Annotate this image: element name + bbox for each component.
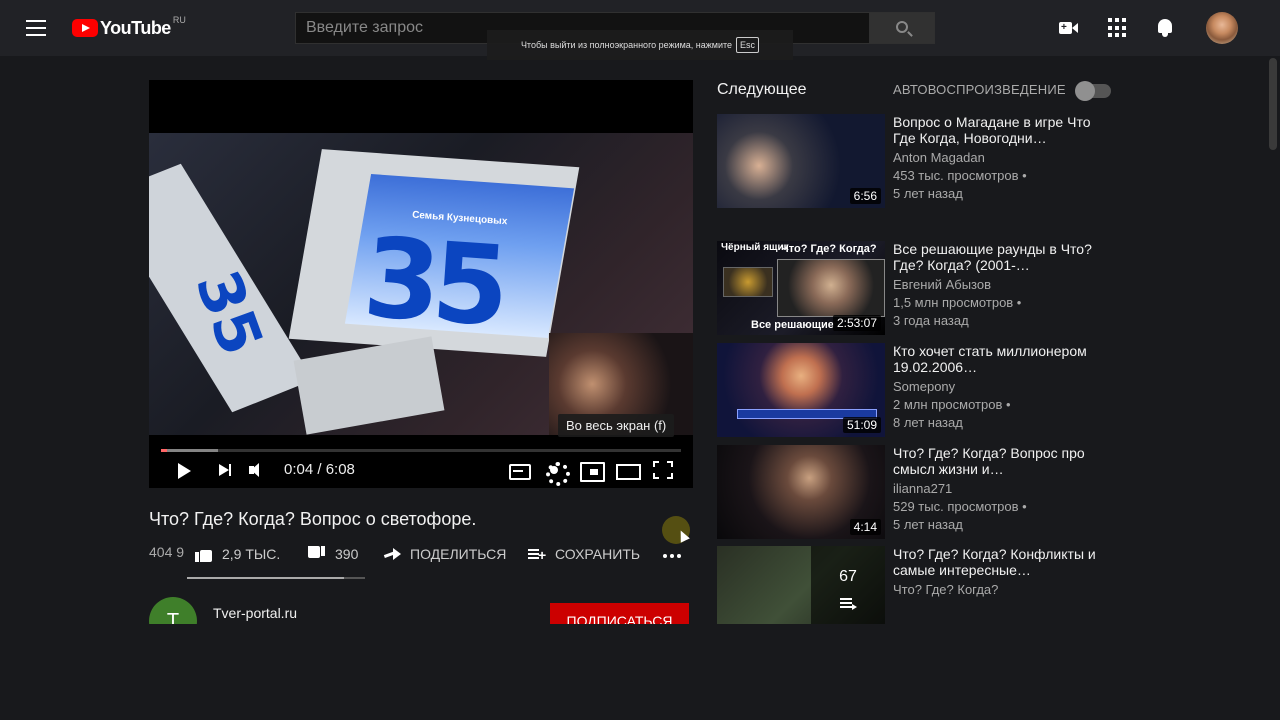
logo-text: YouTube (100, 17, 171, 38)
video-frame: 35 Семья Кузнецовых 35 (149, 133, 693, 435)
recommendation-channel[interactable]: Евгений Абызов (893, 277, 991, 292)
video-duration: 6:56 (849, 188, 881, 204)
recommendation-views: 453 тыс. просмотров • (893, 168, 1027, 183)
dislike-button[interactable]: 390 (307, 544, 358, 564)
scrollbar-thumb[interactable] (1269, 58, 1277, 150)
thumbs-up-icon (194, 545, 214, 563)
recommendation-channel[interactable]: Что? Где? Когда? (893, 582, 998, 597)
playlist-add-icon (527, 545, 547, 563)
thumbnail-headline-text: Что? Где? Когда? (781, 243, 877, 255)
video-thumbnail[interactable]: 51:09 (717, 343, 885, 437)
recommendation-channel[interactable]: Somepony (893, 379, 955, 394)
autoplay-label: АВТОВОСПРОИЗВЕДЕНИЕ (893, 82, 1066, 97)
time-display: 0:04 / 6:08 (284, 461, 355, 478)
video-duration: 4:14 (849, 519, 881, 535)
up-next-heading: Следующее (717, 81, 807, 98)
recommendation-channel[interactable]: ilianna271 (893, 481, 952, 496)
view-count: 404 9 (149, 544, 185, 560)
playlist-icon (840, 596, 857, 610)
recommendation-age: 5 лет назад (893, 186, 963, 201)
recommendation-playlist-item[interactable]: 67 Что? Где? Когда? Конфликты и самые ин… (717, 546, 1117, 624)
recommendation-age: 3 года назад (893, 313, 969, 328)
thumbs-down-icon (307, 545, 327, 563)
frame-screen-number: 35 (359, 213, 506, 351)
miniplayer-icon[interactable] (580, 460, 605, 482)
fullscreen-icon[interactable] (652, 460, 674, 480)
recommendation-item[interactable]: 4:14 Что? Где? Когда? Вопрос про смысл ж… (717, 445, 1117, 539)
notifications-bell-icon[interactable] (1156, 18, 1176, 38)
recommendation-age: 5 лет назад (893, 517, 963, 532)
fullscreen-exit-toast: Чтобы выйти из полноэкранного режима, на… (487, 30, 793, 60)
page-scrollbar[interactable] (1266, 56, 1280, 720)
autoplay-toggle-knob (1075, 81, 1095, 101)
playlist-thumbnail[interactable]: 67 (717, 546, 885, 624)
video-thumbnail[interactable]: 4:14 (717, 445, 885, 539)
settings-gear-icon[interactable] (544, 460, 570, 486)
create-video-icon[interactable]: + (1059, 18, 1079, 38)
like-ratio-fill (187, 577, 344, 579)
recommendation-views: 1,5 млн просмотров • (893, 295, 1022, 310)
search-icon (896, 21, 908, 33)
bottom-blank-area (0, 624, 1266, 720)
fullscreen-toast-text: Чтобы выйти из полноэкранного режима, на… (520, 40, 733, 50)
hamburger-menu-icon[interactable] (26, 20, 46, 36)
recommendation-title[interactable]: Все решающие раунды в Что? Где? Когда? (… (893, 241, 1103, 273)
playlist-count: 67 (839, 568, 857, 585)
next-video-icon[interactable] (215, 460, 237, 480)
like-button[interactable]: 2,9 ТЫС. (194, 544, 280, 564)
volume-icon[interactable] (247, 460, 269, 480)
share-arrow-icon (382, 545, 402, 563)
recommendation-age: 8 лет назад (893, 415, 963, 430)
video-duration: 2:53:07 (832, 315, 881, 331)
recommendation-title[interactable]: Что? Где? Когда? Вопрос про смысл жизни … (893, 445, 1103, 477)
more-actions-icon[interactable] (662, 547, 684, 563)
dislike-count: 390 (335, 546, 359, 562)
recommendation-item[interactable]: 51:09 Кто хочет стать миллионером 19.02.… (717, 343, 1117, 437)
thumbnail-badge-text: Чёрный ящик (721, 242, 789, 253)
recommendation-views: 2 млн просмотров • (893, 397, 1011, 412)
video-thumbnail[interactable]: Чёрный ящик Что? Где? Когда? Все решающи… (717, 241, 885, 335)
share-label: ПОДЕЛИТЬСЯ (410, 546, 507, 562)
channel-name[interactable]: Tver-portal.ru (213, 605, 297, 621)
autoplay-toggle[interactable] (1075, 81, 1111, 101)
like-count: 2,9 ТЫС. (222, 546, 281, 562)
recommendation-item[interactable]: Чёрный ящик Что? Где? Когда? Все решающи… (717, 241, 1117, 335)
subtitles-icon[interactable] (508, 460, 531, 480)
player-controls: 0:04 / 6:08 (149, 452, 693, 488)
youtube-logo[interactable]: YouTube RU (72, 15, 186, 39)
video-duration: 51:09 (842, 417, 881, 433)
user-avatar[interactable] (1206, 12, 1238, 44)
like-ratio-bar (187, 577, 365, 579)
thumbnail-bottom-text: Все решающие (751, 319, 834, 331)
apps-grid-icon[interactable] (1108, 18, 1128, 38)
fullscreen-tooltip: Во весь экран (f) (558, 414, 675, 437)
video-thumbnail[interactable]: 6:56 (717, 114, 885, 208)
recommendation-item[interactable]: 6:56 Вопрос о Магадане в игре Что Где Ко… (717, 114, 1117, 208)
share-button[interactable]: ПОДЕЛИТЬСЯ (382, 544, 506, 564)
video-player[interactable]: 35 Семья Кузнецовых 35 Во весь экран (f)… (149, 80, 693, 488)
youtube-play-logo-icon (72, 19, 98, 37)
save-button[interactable]: СОХРАНИТЬ (527, 544, 640, 564)
play-icon[interactable] (173, 460, 195, 480)
logo-region: RU (172, 15, 186, 25)
recommendation-views: 529 тыс. просмотров • (893, 499, 1027, 514)
recommendation-title[interactable]: Кто хочет стать миллионером 19.02.2006… (893, 343, 1103, 375)
save-label: СОХРАНИТЬ (555, 546, 641, 562)
recommendation-title[interactable]: Что? Где? Когда? Конфликты и самые интер… (893, 546, 1103, 578)
recommendation-title[interactable]: Вопрос о Магадане в игре Что Где Когда, … (893, 114, 1103, 146)
playlist-overlay: 67 (811, 546, 885, 624)
search-button[interactable] (869, 12, 935, 44)
recommendation-channel[interactable]: Anton Magadan (893, 150, 985, 165)
esc-key-hint: Esc (736, 37, 760, 53)
video-title: Что? Где? Когда? Вопрос о светофоре. (149, 509, 477, 529)
theater-mode-icon[interactable] (616, 460, 641, 480)
